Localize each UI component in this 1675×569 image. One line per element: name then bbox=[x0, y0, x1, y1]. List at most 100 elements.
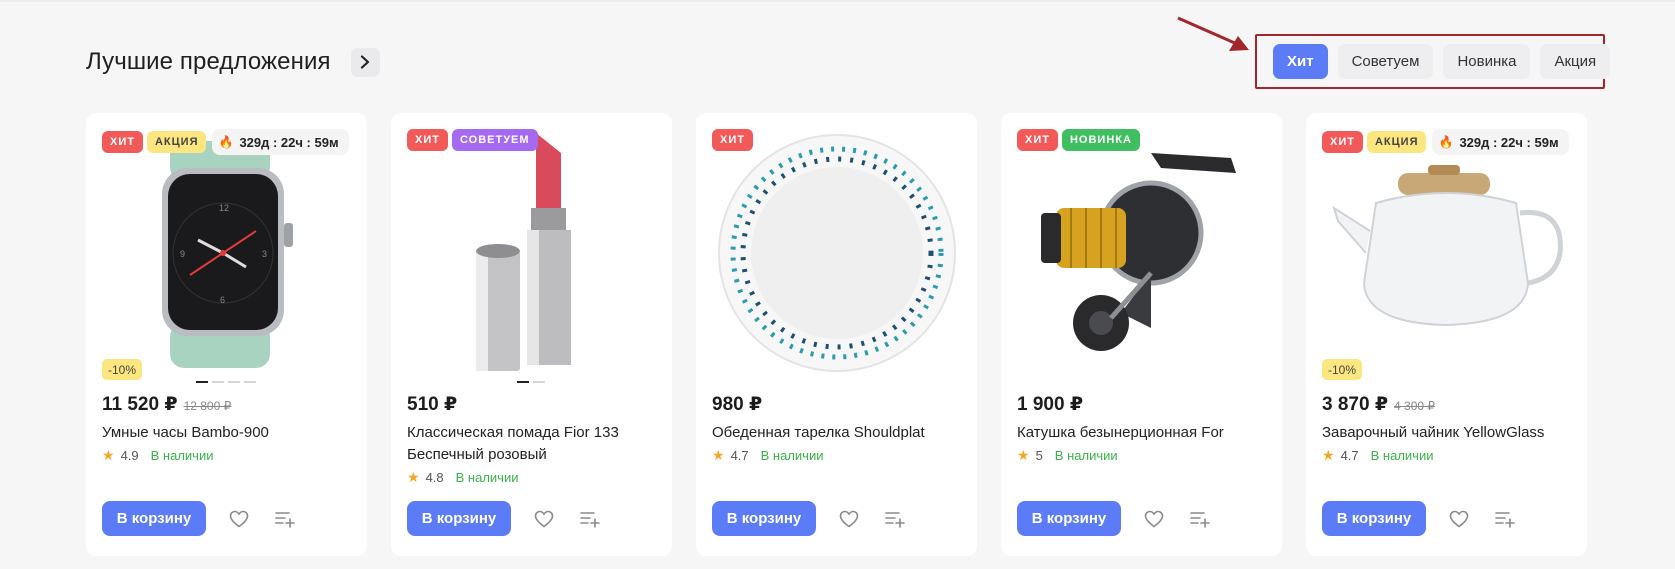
product-meta: ★ 4.8 В наличии bbox=[407, 469, 518, 486]
old-price: 12 800 ₽ bbox=[183, 399, 232, 413]
product-image-fishing-reel[interactable] bbox=[1001, 113, 1282, 383]
tab-recommend[interactable]: Советуем bbox=[1337, 44, 1434, 79]
price: 11 520 ₽ bbox=[102, 394, 178, 415]
price: 1 900 ₽ bbox=[1017, 394, 1084, 415]
stock-status: В наличии bbox=[760, 448, 824, 463]
badge-group: ХИТ НОВИНКА bbox=[1017, 129, 1144, 151]
favorite-button[interactable] bbox=[531, 506, 557, 532]
star-icon: ★ bbox=[407, 469, 420, 485]
card-actions: В корзину bbox=[407, 501, 603, 536]
discount-badge: -10% bbox=[102, 359, 143, 380]
price-row: 11 520 ₽ 12 800 ₽ bbox=[102, 393, 231, 416]
product-card[interactable]: ХИТ 980 ₽ Обеденная тарелка Shouldplat ★… bbox=[696, 113, 977, 556]
product-name[interactable]: Заварочный чайник YellowGlass bbox=[1322, 422, 1572, 444]
heart-icon bbox=[1144, 510, 1164, 527]
favorite-button[interactable] bbox=[1141, 506, 1167, 532]
compare-button[interactable] bbox=[882, 506, 908, 532]
add-to-cart-button[interactable]: В корзину bbox=[1322, 501, 1426, 536]
annotation-arrow-icon bbox=[1177, 16, 1249, 51]
product-image-lipstick[interactable] bbox=[391, 113, 672, 383]
rating: 4.9 bbox=[120, 448, 139, 463]
heart-icon bbox=[229, 510, 249, 527]
pagination-dot[interactable] bbox=[228, 381, 240, 383]
stock-status: В наличии bbox=[1054, 448, 1118, 463]
star-icon: ★ bbox=[1322, 447, 1335, 463]
product-card[interactable]: ХИТ СОВЕТУЕМ 510 ₽ Классическая помада F… bbox=[391, 113, 672, 556]
product-meta: ★ 5 В наличии bbox=[1017, 447, 1118, 464]
favorite-button[interactable] bbox=[1446, 506, 1472, 532]
favorite-button[interactable] bbox=[226, 506, 252, 532]
old-price: 4 300 ₽ bbox=[1394, 399, 1436, 413]
rating: 4.7 bbox=[1340, 448, 1359, 463]
pagination-dot[interactable] bbox=[533, 381, 545, 383]
compare-button[interactable] bbox=[577, 506, 603, 532]
price: 3 870 ₽ bbox=[1322, 394, 1389, 415]
card-actions: В корзину bbox=[1017, 501, 1213, 536]
add-to-list-icon bbox=[275, 511, 295, 528]
product-card[interactable]: ХИТ НОВИНКА 1 900 ₽ Катушка безынерционн… bbox=[1001, 113, 1282, 556]
add-to-cart-button[interactable]: В корзину bbox=[102, 501, 206, 536]
badge-sale: АКЦИЯ bbox=[1366, 131, 1427, 153]
product-card[interactable]: ХИТ АКЦИЯ 🔥 329д : 22ч : 59м -10% 3 870 ₽… bbox=[1306, 113, 1587, 556]
product-meta: ★ 4.9 В наличии bbox=[102, 447, 213, 464]
card-actions: В корзину bbox=[1322, 501, 1518, 536]
product-name[interactable]: Классическая помада Fior 133 Беспечный р… bbox=[407, 422, 657, 466]
product-name[interactable]: Обеденная тарелка Shouldplat bbox=[712, 422, 962, 444]
heart-icon bbox=[534, 510, 554, 527]
product-card[interactable]: 12 3 6 9 ХИТ АКЦИЯ 🔥 329д : 22ч : 59м -10% 1… bbox=[86, 113, 367, 556]
timer-text: 329д : 22ч : 59м bbox=[239, 134, 339, 150]
price-row: 510 ₽ bbox=[407, 393, 457, 416]
top-divider bbox=[0, 0, 1675, 2]
image-pagination[interactable] bbox=[196, 381, 260, 383]
rating: 5 bbox=[1035, 448, 1043, 463]
star-icon: ★ bbox=[712, 447, 725, 463]
tab-new[interactable]: Новинка bbox=[1443, 44, 1531, 79]
add-to-list-icon bbox=[580, 511, 600, 528]
product-image-plate[interactable] bbox=[696, 113, 977, 383]
badge-group: ХИТ СОВЕТУЕМ bbox=[407, 129, 542, 151]
add-to-list-icon bbox=[885, 511, 905, 528]
heart-icon bbox=[839, 510, 859, 527]
badge-hit: ХИТ bbox=[407, 129, 448, 151]
countdown-timer: 🔥 329д : 22ч : 59м bbox=[1432, 129, 1569, 155]
pagination-dot[interactable] bbox=[517, 381, 529, 383]
pagination-dot[interactable] bbox=[212, 381, 224, 383]
countdown-timer: 🔥 329д : 22ч : 59м bbox=[212, 129, 349, 155]
fire-icon: 🔥 bbox=[1438, 135, 1454, 149]
add-to-cart-button[interactable]: В корзину bbox=[407, 501, 511, 536]
heart-icon bbox=[1449, 510, 1469, 527]
badge-group: ХИТ bbox=[712, 129, 757, 151]
pagination-dot[interactable] bbox=[244, 381, 256, 383]
section-more-button[interactable] bbox=[350, 47, 380, 77]
discount-badge: -10% bbox=[1322, 359, 1363, 380]
image-pagination[interactable] bbox=[517, 381, 549, 383]
favorite-button[interactable] bbox=[836, 506, 862, 532]
card-actions: В корзину bbox=[712, 501, 908, 536]
badge-hit: ХИТ bbox=[1322, 131, 1363, 153]
badge-new: НОВИНКА bbox=[1061, 129, 1140, 151]
pagination-dot[interactable] bbox=[196, 381, 208, 383]
tab-hit[interactable]: Хит bbox=[1273, 44, 1328, 79]
svg-text:3: 3 bbox=[262, 249, 267, 259]
tab-sale[interactable]: Акция bbox=[1540, 44, 1611, 79]
add-to-cart-button[interactable]: В корзину bbox=[712, 501, 816, 536]
svg-text:9: 9 bbox=[180, 249, 185, 259]
section-header: Лучшие предложения bbox=[86, 44, 380, 80]
compare-button[interactable] bbox=[1187, 506, 1213, 532]
badge-hit: ХИТ bbox=[712, 129, 753, 151]
compare-button[interactable] bbox=[1492, 506, 1518, 532]
badge-group: ХИТ АКЦИЯ 🔥 329д : 22ч : 59м bbox=[102, 129, 349, 155]
product-name[interactable]: Катушка безынерционная For bbox=[1017, 422, 1267, 444]
product-name[interactable]: Умные часы Bambo-900 bbox=[102, 422, 352, 444]
add-to-cart-button[interactable]: В корзину bbox=[1017, 501, 1121, 536]
rating: 4.7 bbox=[730, 448, 749, 463]
add-to-list-icon bbox=[1495, 511, 1515, 528]
svg-text:6: 6 bbox=[220, 295, 225, 305]
card-actions: В корзину bbox=[102, 501, 298, 536]
badge-hit: ХИТ bbox=[102, 131, 143, 153]
section-title: Лучшие предложения bbox=[86, 48, 331, 75]
rating: 4.8 bbox=[425, 470, 444, 485]
star-icon: ★ bbox=[1017, 447, 1030, 463]
compare-button[interactable] bbox=[272, 506, 298, 532]
product-list: 12 3 6 9 ХИТ АКЦИЯ 🔥 329д : 22ч : 59м -10% 1… bbox=[86, 113, 1590, 556]
